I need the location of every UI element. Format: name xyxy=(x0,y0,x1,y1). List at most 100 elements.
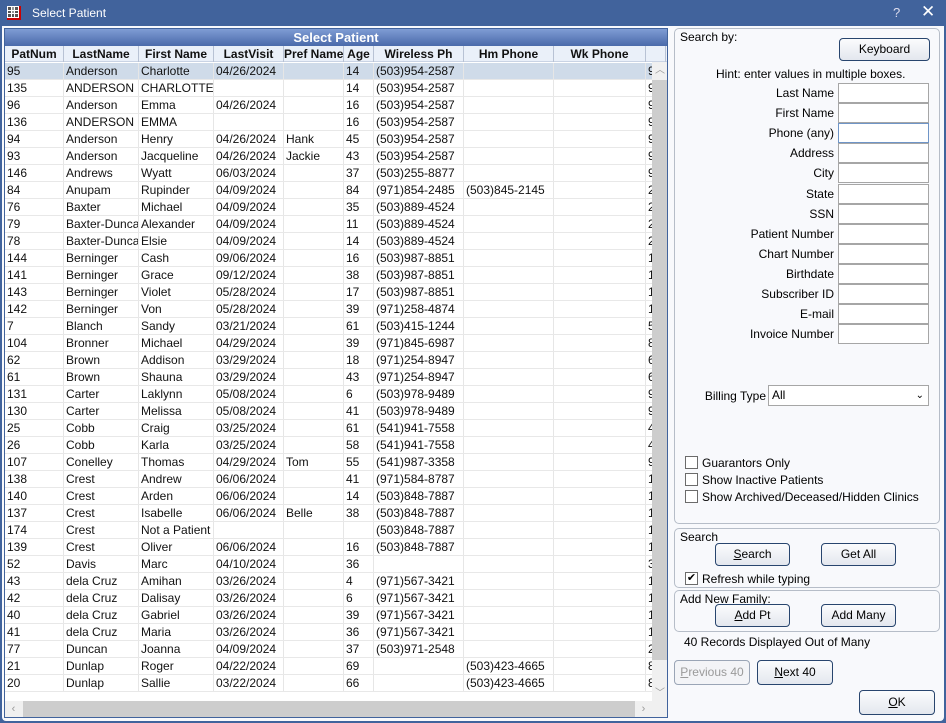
patient-row[interactable]: 174CrestNot a Patient(503)848-78871 xyxy=(5,522,653,539)
patient-row[interactable]: 41 dela Cruz Maria 03/26/2024 36 (971)567-342… xyxy=(5,624,653,641)
horizontal-scrollbar[interactable]: ‹ › xyxy=(5,701,652,717)
keyboard-button[interactable]: Keyboard xyxy=(839,38,930,61)
patient-row[interactable]: 93 Anderson Jacqueline 04/26/2024 Jackie 43 (5… xyxy=(5,148,653,165)
cell-patnum: 52 xyxy=(5,556,64,572)
patient-row[interactable]: 43 dela Cruz Amihan 03/26/2024 4 (971)567-342… xyxy=(5,573,653,590)
patient-row[interactable]: 96AndersonEmma04/26/202416(503)954-25879 xyxy=(5,97,653,114)
cell-wireless-phone: (971)854-2485 xyxy=(374,182,464,198)
first-name-input[interactable] xyxy=(838,103,929,123)
help-icon[interactable]: ? xyxy=(893,5,900,20)
patient-row[interactable]: 142 Berninger Von 05/28/2024 39 (971)258-4874… xyxy=(5,301,653,318)
patient-row[interactable]: 61BrownShauna03/29/202443(971)254-89476 xyxy=(5,369,653,386)
cell-age: 58 xyxy=(344,437,374,453)
cell-prefname xyxy=(284,471,344,487)
refresh-while-typing-checkbox[interactable]: ✔ xyxy=(685,572,698,585)
cell-wireless-phone: (541)941-7558 xyxy=(374,437,464,453)
cell-firstname: Emma xyxy=(139,97,214,113)
add-many-button[interactable]: Add Many xyxy=(821,604,896,627)
phone-any-input[interactable] xyxy=(838,123,929,143)
show-inactive-patients-checkbox[interactable] xyxy=(685,473,698,486)
cell-wireless-phone: (503)978-9489 xyxy=(374,386,464,402)
patient-row[interactable]: 42 dela Cruz Dalisay 03/26/2024 6 (971)567-34… xyxy=(5,590,653,607)
guarantors-only-checkbox[interactable] xyxy=(685,456,698,469)
vertical-scroll-thumb[interactable] xyxy=(652,80,667,660)
patient-row[interactable]: 107 Conelley Thomas 04/29/2024 Tom 55 (541)987… xyxy=(5,454,653,471)
scroll-left-icon[interactable]: ‹ xyxy=(5,701,22,717)
cell-firstname: Arden xyxy=(139,488,214,504)
patient-row[interactable]: 7BlanchSandy03/21/202461(503)415-12445 xyxy=(5,318,653,335)
patient-row[interactable]: 138CrestAndrew06/06/202441(971)584-87871 xyxy=(5,471,653,488)
cell-lastvisit: 04/26/2024 xyxy=(214,148,284,164)
column-header-lastvisit[interactable]: LastVisit xyxy=(214,46,284,62)
patient-number-input[interactable] xyxy=(838,224,929,244)
cell-patnum: 137 xyxy=(5,505,64,521)
scroll-up-icon[interactable]: ︿ xyxy=(652,62,667,79)
patient-row[interactable]: 139CrestOliver06/06/202416(503)848-78871 xyxy=(5,539,653,556)
chart-number-input[interactable] xyxy=(838,244,929,264)
patient-row[interactable]: 26CobbKarla03/25/202458(541)941-75584 xyxy=(5,437,653,454)
show-archived-deceased-hidden-clinics-checkbox[interactable] xyxy=(685,490,698,503)
ok-button[interactable]: OK xyxy=(859,690,935,715)
column-header-lastname[interactable]: LastName xyxy=(64,46,139,62)
column-header-wireless-phone[interactable]: Wireless Ph xyxy=(374,46,464,62)
patient-row[interactable]: 136ANDERSONEMMA16(503)954-25879 xyxy=(5,114,653,131)
ssn-input[interactable] xyxy=(838,204,929,224)
column-header-prefname[interactable]: Pref Name xyxy=(284,46,344,62)
patient-row[interactable]: 84 Anupam Rupinder 04/09/2024 84 (971)854-248… xyxy=(5,182,653,199)
add-patient-button[interactable]: Add Pt xyxy=(715,604,790,627)
horizontal-scroll-thumb[interactable] xyxy=(23,701,635,717)
patient-row[interactable]: 140CrestArden06/06/202414(503)848-78871 xyxy=(5,488,653,505)
cell-lastname: Carter xyxy=(64,403,139,419)
patient-row[interactable]: 94 Anderson Henry 04/26/2024 Hank 45 (503)954-… xyxy=(5,131,653,148)
vertical-scrollbar[interactable]: ︿ ﹀ xyxy=(652,62,667,702)
patient-row[interactable]: 20DunlapSallie03/22/202466(503)423-46658 xyxy=(5,675,653,692)
column-header-home-phone[interactable]: Hm Phone xyxy=(464,46,554,62)
patient-row[interactable]: 144 Berninger Cash 09/06/2024 16 (503)987-885… xyxy=(5,250,653,267)
patient-row[interactable]: 77DuncanJoanna04/09/202437(503)971-25482 xyxy=(5,641,653,658)
get-all-button[interactable]: Get All xyxy=(821,543,896,566)
city-input[interactable] xyxy=(838,163,929,183)
column-header-age[interactable]: Age xyxy=(344,46,374,62)
column-header-firstname[interactable]: First Name xyxy=(139,46,214,62)
column-header-patnum[interactable]: PatNum xyxy=(5,46,64,62)
subscriber-id-input[interactable] xyxy=(838,284,929,304)
patient-row[interactable]: 95 Anderson Charlotte 04/26/2024 14 (503)954-… xyxy=(5,63,653,80)
billing-type-select[interactable]: All ⌄ xyxy=(768,385,929,406)
cell-wireless-phone: (971)845-6987 xyxy=(374,335,464,351)
cell-age: 43 xyxy=(344,148,374,164)
patient-row[interactable]: 76 Baxter Michael 04/09/2024 35 (503)889-4524… xyxy=(5,199,653,216)
cell-home-phone xyxy=(464,80,554,96)
patient-row[interactable]: 40 dela Cruz Gabriel 03/26/2024 39 (971)567-3… xyxy=(5,607,653,624)
cell-home-phone xyxy=(464,284,554,300)
previous-40-button[interactable]: Previous 40 xyxy=(674,660,750,685)
address-input[interactable] xyxy=(838,143,929,163)
patient-row[interactable]: 79 Baxter-Duncan Alexander 04/09/2024 11 (503… xyxy=(5,216,653,233)
patient-row[interactable]: 131 Carter Laklynn 05/08/2024 6 (503)978-9489… xyxy=(5,386,653,403)
cell-work-phone xyxy=(554,675,646,691)
patient-row[interactable]: 21DunlapRoger04/22/202469(503)423-46658 xyxy=(5,658,653,675)
patient-row[interactable]: 130 Carter Melissa 05/08/2024 41 (503)978-948… xyxy=(5,403,653,420)
column-header-overflow[interactable] xyxy=(646,46,666,62)
close-icon[interactable]: ✕ xyxy=(921,2,935,22)
patient-row[interactable]: 146 Andrews Wyatt 06/03/2024 37 (503)255-8877… xyxy=(5,165,653,182)
column-header-work-phone[interactable]: Wk Phone xyxy=(554,46,646,62)
patient-row[interactable]: 25CobbCraig03/25/202461(541)941-75584 xyxy=(5,420,653,437)
patient-row[interactable]: 78 Baxter-Duncan Elsie 04/09/2024 14 (503)889… xyxy=(5,233,653,250)
scroll-right-icon[interactable]: › xyxy=(635,701,652,717)
cell-home-phone xyxy=(464,471,554,487)
patient-row[interactable]: 52DavisMarc04/10/2024363 xyxy=(5,556,653,573)
patient-row[interactable]: 62BrownAddison03/29/202418(971)254-89476 xyxy=(5,352,653,369)
patient-row[interactable]: 143 Berninger Violet 05/28/2024 17 (503)987-8… xyxy=(5,284,653,301)
invoice-number-input[interactable] xyxy=(838,324,929,344)
search-button[interactable]: Search xyxy=(715,543,790,566)
patient-row[interactable]: 141 Berninger Grace 09/12/2024 38 (503)987-88… xyxy=(5,267,653,284)
e-mail-input[interactable] xyxy=(838,304,929,324)
patient-row[interactable]: 104 Bronner Michael 04/29/2024 39 (971)845-69… xyxy=(5,335,653,352)
last-name-input[interactable] xyxy=(838,83,929,103)
birthdate-input[interactable] xyxy=(838,264,929,284)
patient-row[interactable]: 137 Crest Isabelle 06/06/2024 Belle 38 (503)84… xyxy=(5,505,653,522)
next-40-button[interactable]: Next 40 xyxy=(757,660,833,685)
state-input[interactable] xyxy=(838,184,929,204)
scroll-down-icon[interactable]: ﹀ xyxy=(652,685,667,702)
patient-row[interactable]: 135ANDERSONCHARLOTTE14(503)954-25879 xyxy=(5,80,653,97)
